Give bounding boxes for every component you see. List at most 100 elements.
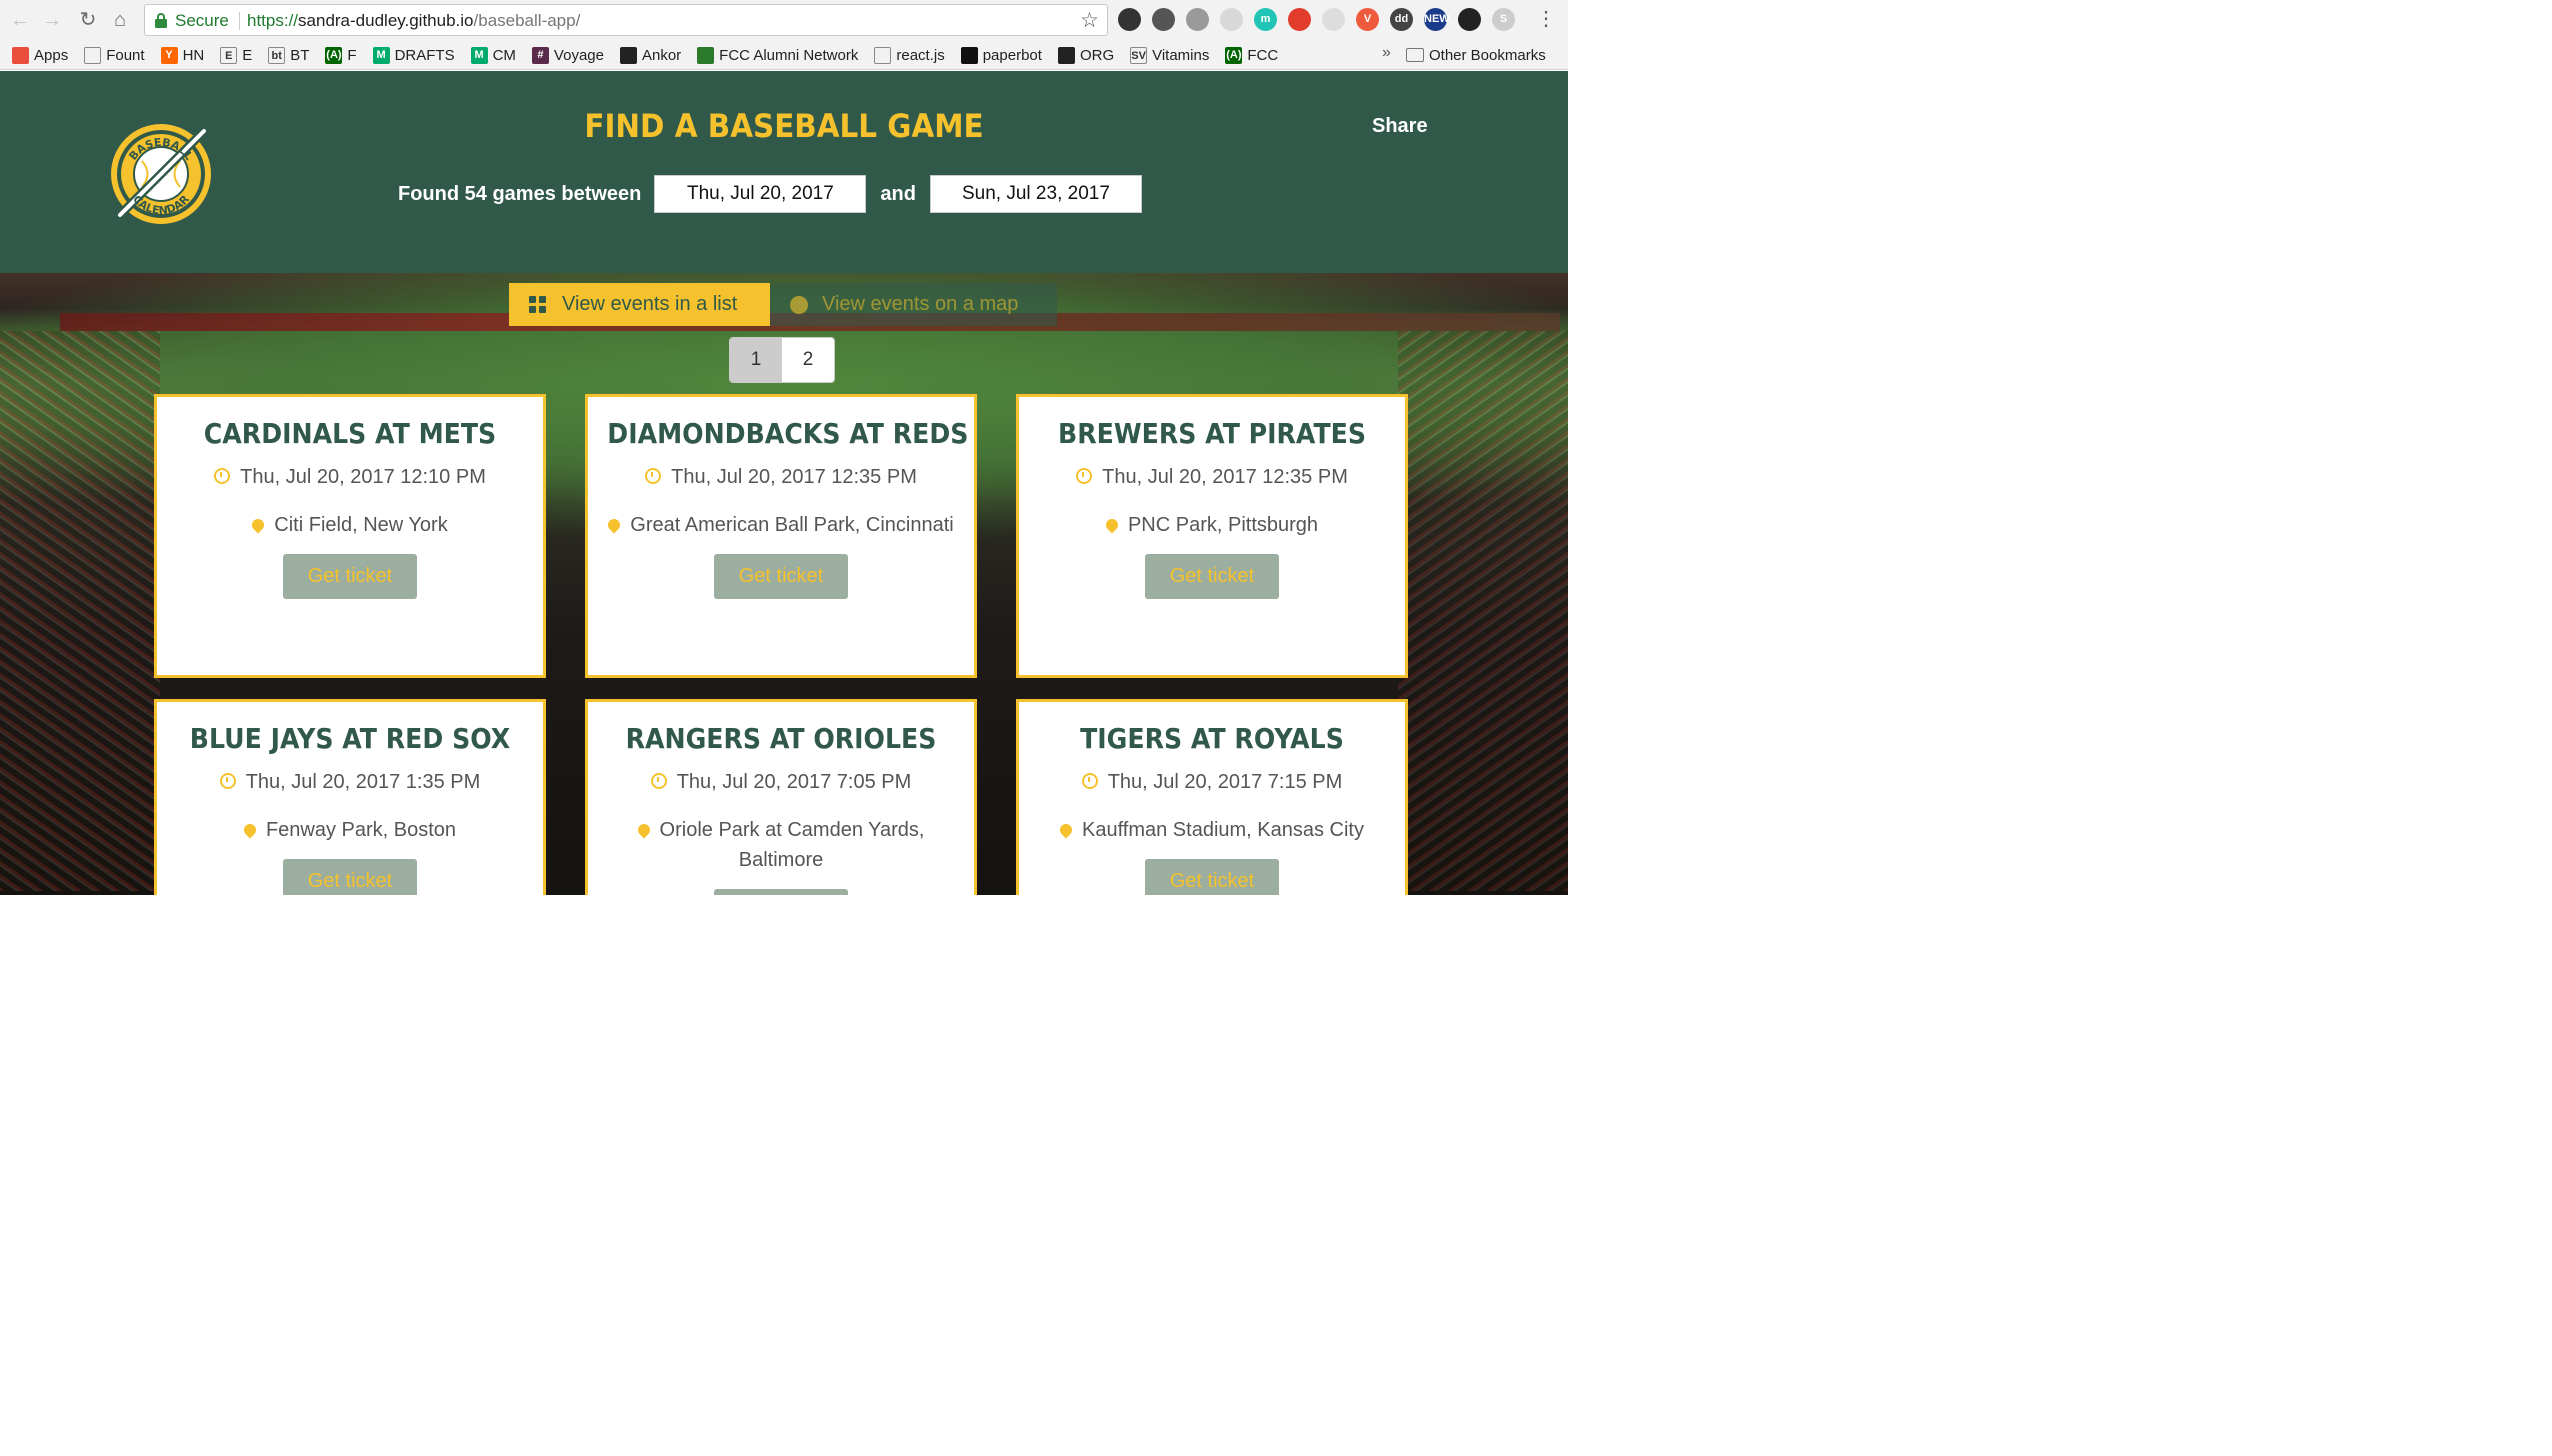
end-date-input[interactable]: [929, 175, 1142, 213]
bookmark-label: HN: [182, 46, 205, 64]
map-marker-icon: [790, 295, 808, 314]
bookmark-item[interactable]: react.js: [874, 44, 945, 66]
clock-icon: [650, 773, 667, 789]
bookmark-item[interactable]: M DRAFTS: [372, 44, 455, 66]
bookmark-item[interactable]: M CM: [470, 44, 516, 66]
page-button-2[interactable]: 2: [782, 338, 834, 382]
bookmark-label: Apps: [34, 46, 69, 64]
url-separator: [239, 12, 240, 30]
lock-icon: [155, 13, 167, 28]
hash-icon: #: [531, 46, 549, 64]
fcc-icon: (A): [1225, 46, 1243, 64]
url-host: sandra-dudley.github.io: [298, 11, 474, 30]
url-scheme: https://: [247, 11, 299, 30]
get-ticket-button[interactable]: Get ticket: [1145, 859, 1279, 895]
github-icon: [1057, 46, 1075, 64]
feather-icon[interactable]: [1220, 8, 1243, 31]
view-map-label: View events on a map: [822, 293, 1019, 315]
game-time: Thu, Jul 20, 2017 7:05 PM: [588, 767, 974, 797]
game-location-text: Oriole Park at Camden Yards, Baltimore: [659, 819, 925, 871]
game-time: Thu, Jul 20, 2017 12:35 PM: [1019, 462, 1405, 492]
skype-icon[interactable]: S: [1492, 8, 1515, 31]
game-location: Citi Field, New York: [157, 510, 543, 540]
e-icon: E: [220, 46, 238, 64]
game-card: CARDINALS AT METS Thu, Jul 20, 2017 12:10…: [154, 394, 546, 678]
bookmark-item[interactable]: bt BT: [268, 44, 309, 66]
globe-icon[interactable]: [1186, 8, 1209, 31]
get-ticket-button[interactable]: Get ticket: [283, 859, 417, 895]
secure-label: Secure: [175, 11, 229, 30]
game-card: DIAMONDBACKS AT REDS Thu, Jul 20, 2017 12…: [585, 394, 977, 678]
bookmark-label: Ankor: [641, 46, 682, 64]
page-button-1[interactable]: 1: [730, 338, 782, 382]
map-pin-icon: [249, 516, 267, 534]
github-icon: [619, 46, 637, 64]
bookmark-item[interactable]: (A) F: [325, 44, 357, 66]
bookmark-item[interactable]: # Voyage: [531, 44, 604, 66]
bookmark-star-icon[interactable]: ☆: [1080, 8, 1099, 33]
game-card: BREWERS AT PIRATES Thu, Jul 20, 2017 12:3…: [1016, 394, 1408, 678]
get-ticket-button[interactable]: Get ticket: [714, 554, 848, 599]
game-title: TIGERS AT ROYALS: [1080, 722, 1344, 755]
bookmark-item[interactable]: EE: [220, 44, 252, 66]
shield-icon[interactable]: [1288, 8, 1311, 31]
bookmark-item[interactable]: FCC Alumni Network: [697, 44, 858, 66]
dd-icon[interactable]: dd: [1390, 8, 1413, 31]
paperbot-icon: [960, 46, 978, 64]
bookmark-label: Fount: [106, 46, 145, 64]
card-icon[interactable]: [1322, 8, 1345, 31]
bookmark-item[interactable]: (A) FCC: [1225, 44, 1278, 66]
game-time-text: Thu, Jul 20, 2017 12:35 PM: [671, 466, 917, 488]
game-time-text: Thu, Jul 20, 2017 7:15 PM: [1107, 771, 1343, 793]
bookmark-item[interactable]: Y HN: [160, 44, 205, 66]
bookmark-label: ORG: [1079, 46, 1115, 64]
extension-icons: m Vdd NEW S: [1118, 8, 1515, 32]
vivaldi-icon[interactable]: V: [1356, 8, 1379, 31]
game-location: PNC Park, Pittsburgh: [1019, 510, 1405, 540]
forward-arrow-icon[interactable]: →: [40, 8, 64, 32]
m-icon[interactable]: m: [1254, 8, 1277, 31]
bookmarks-overflow-chevron-icon[interactable]: »: [1382, 44, 1391, 62]
get-ticket-button[interactable]: Get ticket: [714, 889, 848, 895]
news-icon[interactable]: NEW: [1424, 8, 1450, 31]
game-time: Thu, Jul 20, 2017 12:10 PM: [157, 462, 543, 492]
url-text[interactable]: https://sandra-dudley.github.io/baseball…: [247, 11, 580, 31]
clock-icon: [219, 773, 236, 789]
bookmark-label: FCC Alumni Network: [719, 46, 859, 64]
kebab-menu-icon[interactable]: ⋮: [1536, 6, 1556, 31]
start-date-input[interactable]: [654, 175, 867, 213]
get-ticket-button[interactable]: Get ticket: [1145, 554, 1279, 599]
color-picker-icon[interactable]: [1118, 8, 1141, 31]
home-icon[interactable]: ⌂: [108, 8, 132, 32]
bookmark-item[interactable]: SV Vitamins: [1130, 44, 1209, 66]
bookmark-item[interactable]: Apps: [12, 44, 68, 66]
reload-icon[interactable]: ↻: [76, 8, 100, 32]
crowd-right: [1398, 331, 1568, 891]
share-link[interactable]: Share: [1372, 115, 1428, 138]
address-bar[interactable]: Secure https://sandra-dudley.github.io/b…: [144, 4, 1108, 36]
back-arrow-icon[interactable]: ←: [8, 8, 32, 32]
bookmark-item[interactable]: paperbot: [960, 44, 1042, 66]
view-map-button[interactable]: View events on a map: [770, 283, 1057, 326]
evernote-icon[interactable]: [1152, 8, 1175, 31]
map-pin-icon: [241, 821, 259, 839]
game-location-text: Great American Ball Park, Cincinnati: [630, 514, 954, 536]
map-pin-icon: [1103, 516, 1121, 534]
sv-icon: SV: [1130, 46, 1148, 64]
pagination: 1 2: [729, 337, 835, 383]
date-range-filter: Found 54 games between and: [398, 175, 1142, 213]
view-list-label: View events in a list: [562, 293, 738, 315]
and-label: and: [880, 182, 916, 205]
plane-icon[interactable]: [1458, 8, 1481, 31]
bookmark-item[interactable]: ORG: [1057, 44, 1115, 66]
bookmark-item[interactable]: Ankor: [619, 44, 682, 66]
page-icon: [84, 46, 102, 64]
map-pin-icon: [635, 821, 653, 839]
view-list-button[interactable]: View events in a list: [509, 283, 770, 326]
game-location: Kauffman Stadium, Kansas City: [1019, 815, 1405, 845]
site-header: BASEBALL CALENDAR FIND A BASEBALL GAME S…: [0, 71, 1568, 273]
other-bookmarks[interactable]: Other Bookmarks: [1406, 44, 1546, 66]
get-ticket-button[interactable]: Get ticket: [283, 554, 417, 599]
medium-icon: M: [372, 46, 390, 64]
bookmark-item[interactable]: Fount: [84, 44, 145, 66]
